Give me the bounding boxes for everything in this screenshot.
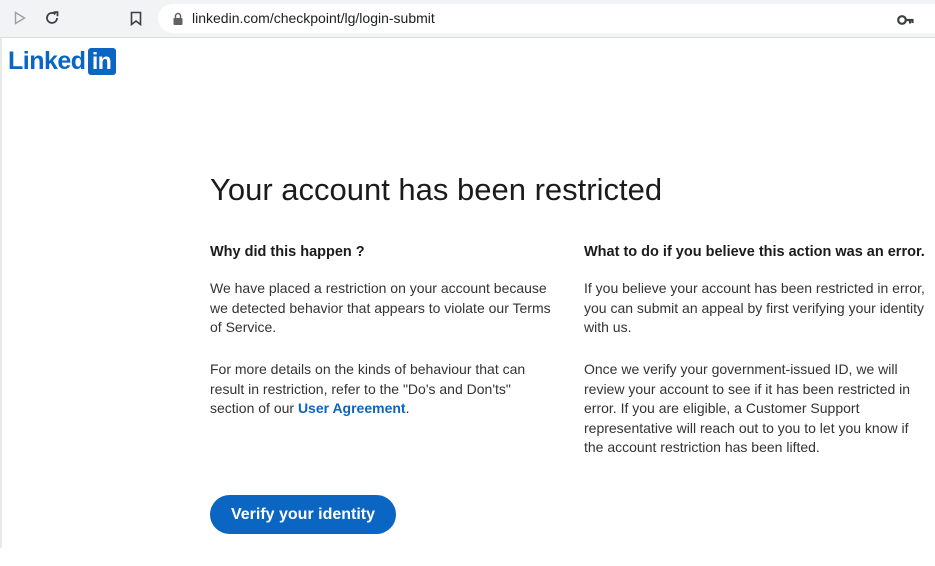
logo-wordmark: Linked [8,47,86,75]
bookmark-icon[interactable] [126,8,146,28]
linkedin-logo[interactable]: Linked in [8,47,116,75]
page-title: Your account has been restricted [210,172,663,207]
appeal-paragraph: If you believe your account has been res… [584,280,925,335]
url-text[interactable]: linkedin.com/checkpoint/lg/login-submit [192,10,435,26]
lock-icon[interactable] [172,12,184,26]
restriction-explanation: We have placed a restriction on your acc… [210,280,551,335]
logo-in-box: in [87,47,116,75]
verification-paragraph: Once we verify your government-issued ID… [584,361,911,455]
browser-toolbar: linkedin.com/checkpoint/lg/login-submit [0,0,935,38]
page-edge [0,38,2,548]
details-suffix: . [405,400,410,416]
reload-icon[interactable] [42,8,62,28]
details-paragraph: For more details on the kinds of behavio… [210,360,555,419]
address-bar[interactable]: linkedin.com/checkpoint/lg/login-submit [158,4,935,33]
verify-identity-button[interactable]: Verify your identity [210,495,396,534]
play-icon[interactable] [10,8,30,28]
why-heading: Why did this happen ? [210,244,365,260]
what-to-do-heading: What to do if you believe this action wa… [584,244,925,260]
page: linkedin.com/checkpoint/lg/login-submit … [0,0,935,566]
key-icon[interactable] [897,13,915,25]
user-agreement-link[interactable]: User Agreement [298,400,406,416]
